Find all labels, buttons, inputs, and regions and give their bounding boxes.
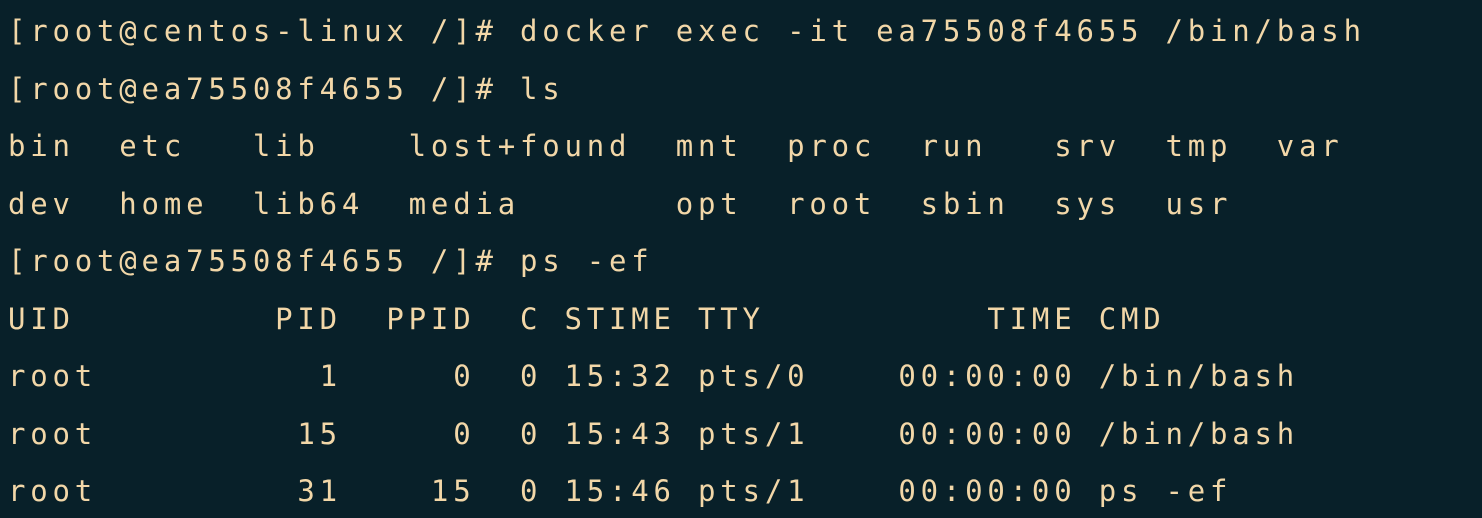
terminal-line-ps-row-pid-31: root 31 15 0 15:46 pts/1 00:00:00 ps -ef xyxy=(8,474,1233,508)
terminal-line-ls-output-row-1: bin etc lib lost+found mnt proc run srv … xyxy=(8,129,1344,163)
terminal-line-ps-row-pid-1: root 1 0 0 15:32 pts/0 00:00:00 /bin/bas… xyxy=(8,359,1300,393)
terminal-line-ls-command: [root@ea75508f4655 /]# ls xyxy=(8,71,565,106)
terminal-line-ps-header: UID PID PPID C STIME TTY TIME CMD xyxy=(8,301,1166,336)
terminal-line-ls-output-row-2: dev home lib64 media opt root sbin sys u… xyxy=(8,186,1233,221)
terminal-line-ps-command: [root@ea75508f4655 /]# ps -ef xyxy=(8,244,654,278)
terminal-line-ps-row-pid-15: root 15 0 0 15:43 pts/1 00:00:00 /bin/ba… xyxy=(8,416,1300,451)
terminal-window[interactable]: [root@centos-linux /]# docker exec -it e… xyxy=(0,0,1482,518)
terminal-line-docker-exec-command: [root@centos-linux /]# docker exec -it e… xyxy=(8,14,1366,48)
